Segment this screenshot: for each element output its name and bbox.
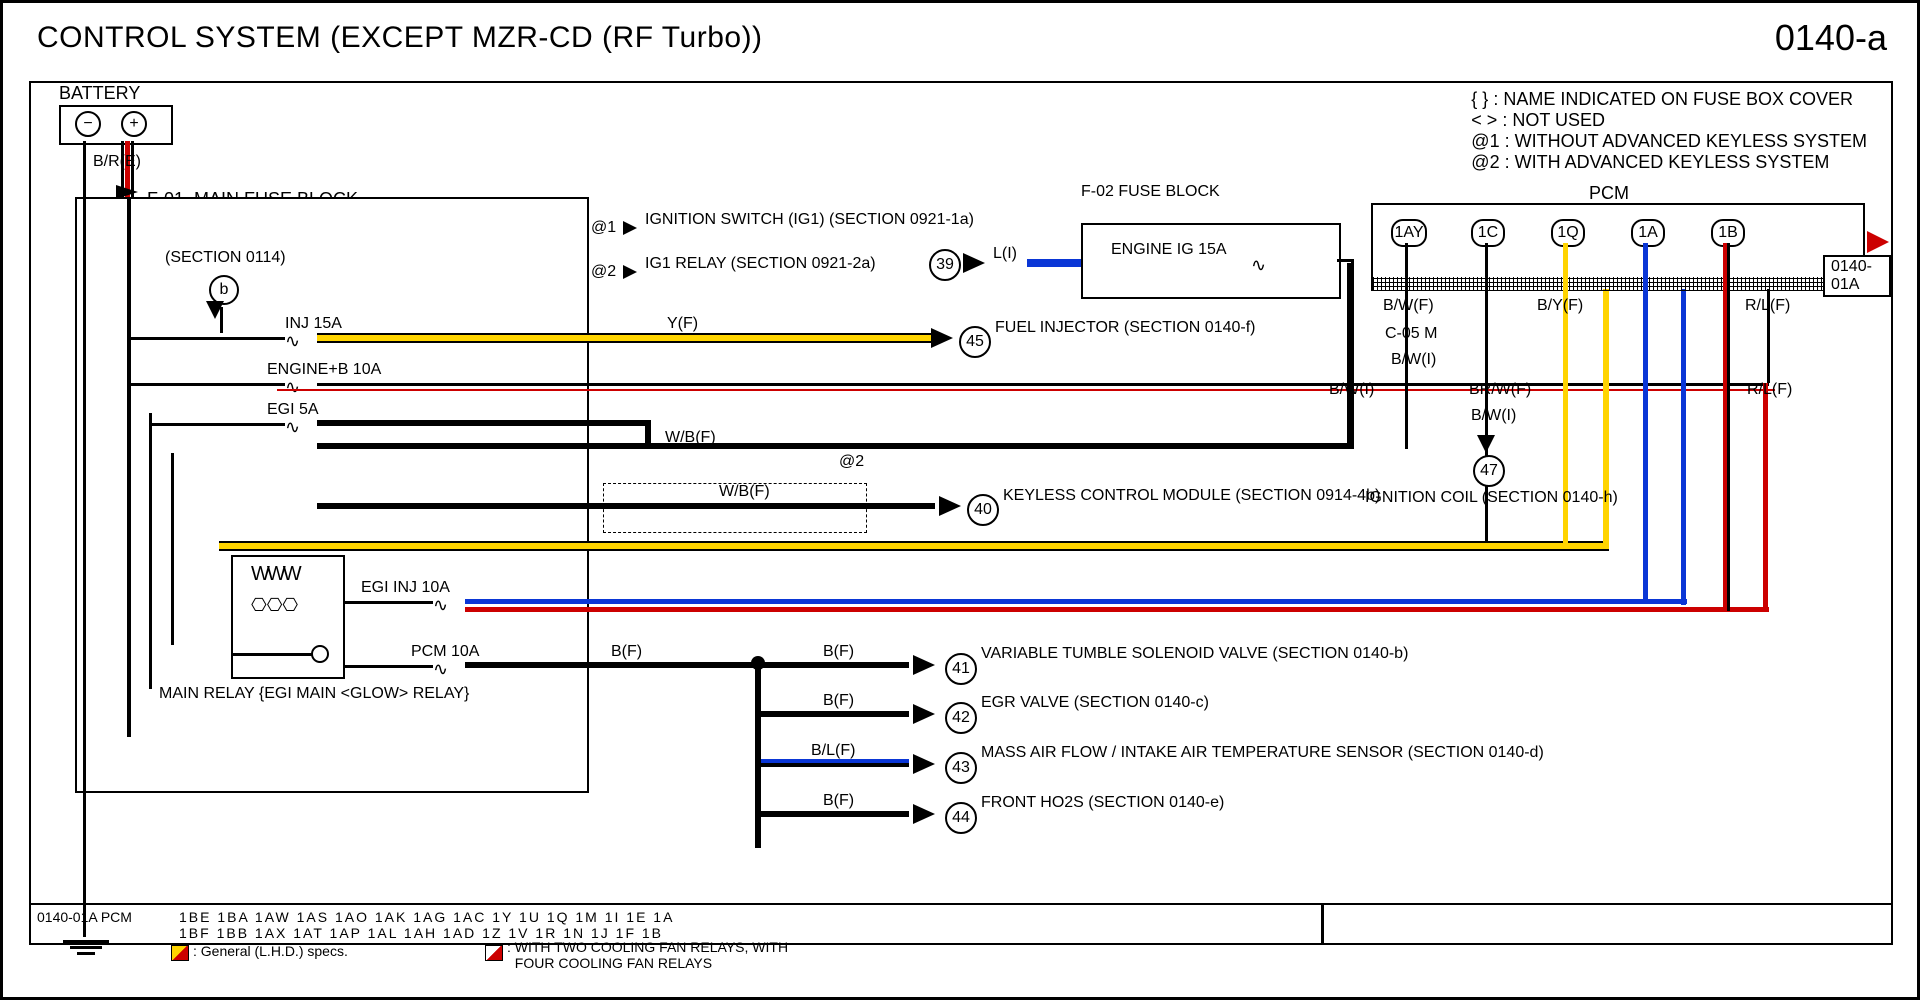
wire-yf: Y(F) xyxy=(667,315,698,333)
at2: @2 xyxy=(591,263,616,281)
at2b: @2 xyxy=(839,453,864,471)
pcm-label: PCM xyxy=(1589,183,1629,204)
pin-1ay: 1AY xyxy=(1391,219,1427,247)
offpage-arrow-icon xyxy=(1867,231,1889,253)
footer-pins-top: 1BE 1BA 1AW 1AS 1AO 1AK 1AG 1AC 1Y 1U 1Q… xyxy=(179,909,674,925)
main-relay: WWW ⎔⎔⎔ xyxy=(231,555,345,679)
wire-bf-42: B(F) xyxy=(823,692,854,710)
terminal-40: 40 xyxy=(967,494,999,526)
arrow-icon xyxy=(931,328,953,348)
pcm-block xyxy=(1371,203,1865,279)
wire-bf-44: B(F) xyxy=(823,792,854,810)
main-relay-label: MAIN RELAY {EGI MAIN <GLOW> RELAY} xyxy=(159,685,469,703)
wire-byf-pcm: B/Y(F) xyxy=(1537,297,1583,315)
ref-keyless: KEYLESS CONTROL MODULE (SECTION 0914-4b) xyxy=(1003,487,1380,505)
wire-rlf-2: R/L(F) xyxy=(1747,381,1792,399)
pin-1q: 1Q xyxy=(1551,219,1585,247)
ground-icon xyxy=(63,937,109,955)
legend-line: { } : NAME INDICATED ON FUSE BOX COVER xyxy=(1471,89,1867,110)
wire-bf-41: B(F) xyxy=(823,643,854,661)
wire-c05: C-05 M xyxy=(1385,325,1437,343)
wire-rlf-pcm: R/L(F) xyxy=(1745,297,1790,315)
main-fuse-block xyxy=(75,197,589,793)
legend-line: @2 : WITH ADVANCED KEYLESS SYSTEM xyxy=(1471,152,1867,173)
pin-1a: 1A xyxy=(1631,219,1665,247)
ref-ho2s: FRONT HO2S (SECTION 0140-e) xyxy=(981,794,1224,812)
fuse-block-label: F-02 FUSE BLOCK xyxy=(1081,183,1220,201)
wire-bwi-1: B/W(I) xyxy=(1391,351,1436,369)
footer-general: : General (L.H.D.) specs. xyxy=(193,943,348,959)
ref-fuel-injector: FUEL INJECTOR (SECTION 0140-f) xyxy=(995,319,1256,337)
ref-ign-switch: IGNITION SWITCH (IG1) (SECTION 0921-1a) xyxy=(645,211,974,229)
wire-brwf: BR/W(F) xyxy=(1469,381,1531,399)
footer-ref: 0140-01A PCM xyxy=(37,909,132,925)
ref-ig1-relay: IG1 RELAY (SECTION 0921-2a) xyxy=(645,255,876,273)
ref-ignition-coil: IGNITION COIL (SECTION 0140-h) xyxy=(1365,489,1618,507)
wire-blf-43: B/L(F) xyxy=(811,742,855,760)
ref-vtsv: VARIABLE TUMBLE SOLENOID VALVE (SECTION … xyxy=(981,645,1408,663)
footer-fans: : WITH TWO COOLING FAN RELAYS, WITH FOUR… xyxy=(507,939,788,971)
wire-li: L(I) xyxy=(993,245,1017,263)
offpage-ref: 0140-01A xyxy=(1823,255,1891,297)
terminal-44: 44 xyxy=(945,802,977,834)
terminal-47: 47 xyxy=(1473,455,1505,487)
terminal-42: 42 xyxy=(945,702,977,734)
page-number: 0140-a xyxy=(1775,17,1887,59)
wire-wbf-2: W/B(F) xyxy=(719,483,770,501)
fuse-engine-ig: ENGINE IG 15A xyxy=(1111,241,1227,259)
wire-bwf-pcm: B/W(F) xyxy=(1383,297,1434,315)
page-title: CONTROL SYSTEM (EXCEPT MZR-CD (RF Turbo)… xyxy=(37,21,763,55)
legend-notes: { } : NAME INDICATED ON FUSE BOX COVER <… xyxy=(1471,89,1867,173)
battery-label: BATTERY xyxy=(59,83,140,104)
swatch-yellow xyxy=(171,945,189,961)
wire-bre: B/R(E) xyxy=(93,153,141,171)
diagram-frame: { } : NAME INDICATED ON FUSE BOX COVER <… xyxy=(29,81,1893,945)
wire-bf-trunk: B(F) xyxy=(611,643,642,661)
terminal-45: 45 xyxy=(959,326,991,358)
fuse-block xyxy=(1081,223,1341,299)
ref-egr: EGR VALVE (SECTION 0140-c) xyxy=(981,694,1209,712)
battery-block: − + xyxy=(59,105,173,145)
at1: @1 xyxy=(591,219,616,237)
terminal-39: 39 xyxy=(929,249,961,281)
section-0114: (SECTION 0114) xyxy=(165,249,286,267)
ref-maf: MASS AIR FLOW / INTAKE AIR TEMPERATURE S… xyxy=(981,744,1544,762)
legend-line: @1 : WITHOUT ADVANCED KEYLESS SYSTEM xyxy=(1471,131,1867,152)
legend-line: < > : NOT USED xyxy=(1471,110,1867,131)
wire-bwi-2: B/W(I) xyxy=(1329,381,1374,399)
swatch-white xyxy=(485,945,503,961)
terminal-41: 41 xyxy=(945,653,977,685)
wire-bwi-3: B/W(I) xyxy=(1471,407,1516,425)
terminal-43: 43 xyxy=(945,752,977,784)
pin-1c: 1C xyxy=(1471,219,1505,247)
